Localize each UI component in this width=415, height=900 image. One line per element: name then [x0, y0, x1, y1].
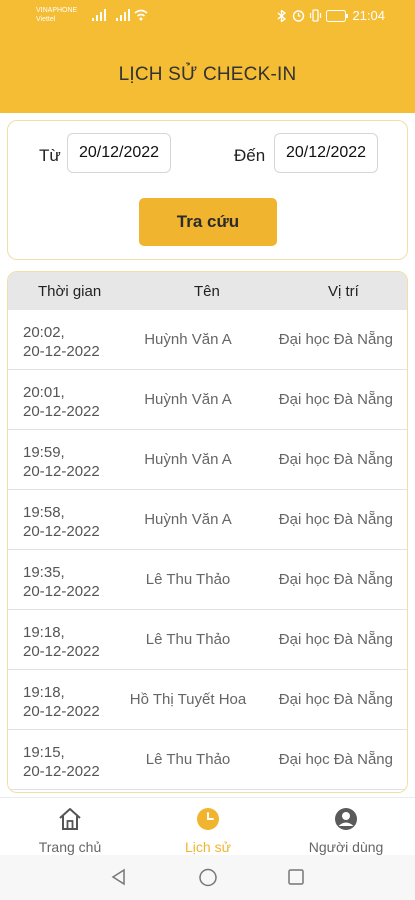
- table-row: 19:18, 20-12-2022 Hồ Thị Tuyết Hoa Đại học …: [8, 670, 407, 730]
- row-location: Đại học Đà Nẵng: [278, 571, 393, 588]
- row-time: 20:01, 20-12-2022: [23, 383, 100, 421]
- table-row: 19:15, 20-12-2022 Lê Thu Thảo Đại học Đà Nẵ…: [8, 730, 407, 790]
- row-time-value: 19:59,: [23, 444, 65, 461]
- back-icon[interactable]: [110, 868, 128, 886]
- row-name: Huỳnh Văn A: [144, 391, 232, 408]
- table-row: 20:01, 20-12-2022 Huỳnh Văn A Đại học Đà Nẵ…: [8, 370, 407, 430]
- row-time: 19:18, 20-12-2022: [23, 623, 100, 661]
- row-date-value: 20-12-2022: [23, 523, 100, 540]
- row-time: 19:15, 20-12-2022: [23, 743, 100, 781]
- row-time-value: 19:18,: [23, 624, 65, 641]
- nav-history-label: Lịch sử: [185, 839, 231, 855]
- carrier-1: VINAPHONE: [36, 7, 78, 14]
- row-location: Đại học Đà Nẵng: [278, 511, 393, 528]
- recents-icon[interactable]: [287, 868, 305, 886]
- table-row: 20:02, 20-12-2022 Huỳnh Văn A Đại học Đà Nẵ…: [8, 310, 407, 370]
- row-name: Huỳnh Văn A: [144, 451, 232, 468]
- battery-icon: [326, 9, 349, 22]
- row-location: Đại học Đà Nẵng: [278, 751, 393, 768]
- wifi-icon: [134, 9, 148, 21]
- nav-user-label: Người dùng: [308, 839, 384, 855]
- search-button[interactable]: Tra cứu: [139, 198, 277, 246]
- table-header: Thời gian Tên Vị trí: [8, 272, 407, 310]
- row-date-value: 20-12-2022: [23, 463, 100, 480]
- row-date-value: 20-12-2022: [23, 763, 100, 780]
- row-time: 19:59, 20-12-2022: [23, 443, 100, 481]
- header-name: Tên: [194, 282, 220, 300]
- carrier-labels: VINAPHONE Viettel: [36, 6, 77, 24]
- user-icon: [335, 808, 357, 830]
- row-time-value: 19:15,: [23, 744, 65, 761]
- table-row: 19:59, 20-12-2022 Huỳnh Văn A Đại học Đà Nẵ…: [8, 430, 407, 490]
- row-location: Đại học Đà Nẵng: [278, 451, 393, 468]
- home-icon: [59, 808, 81, 830]
- row-location: Đại học Đà Nẵng: [278, 391, 393, 408]
- row-time-value: 19:58,: [23, 504, 65, 521]
- bluetooth-icon: [277, 9, 287, 22]
- table-row: 19:35, 20-12-2022 Lê Thu Thảo Đại học Đà Nẵ…: [8, 550, 407, 610]
- row-name: Huỳnh Văn A: [144, 331, 232, 348]
- system-nav-bar: [0, 855, 415, 900]
- row-time: 19:58, 20-12-2022: [23, 503, 100, 541]
- app-header: VINAPHONE Viettel 21:04 LỊCH SỬ CHECK-IN: [0, 0, 415, 113]
- to-label: Đến: [234, 146, 266, 165]
- row-time-value: 19:35,: [23, 564, 65, 581]
- signal-icon: [92, 9, 106, 21]
- vibrate-icon: [310, 9, 322, 22]
- row-time-value: 20:02,: [23, 324, 65, 341]
- row-date-value: 20-12-2022: [23, 703, 100, 720]
- row-name: Huỳnh Văn A: [144, 511, 232, 528]
- row-date-value: 20-12-2022: [23, 643, 100, 660]
- row-time-value: 19:18,: [23, 684, 65, 701]
- nav-history[interactable]: Lịch sử: [148, 798, 268, 856]
- bottom-nav: Trang chủ Lịch sử Người dùng: [0, 797, 415, 855]
- status-time: 21:04: [352, 8, 385, 23]
- row-time-value: 20:01,: [23, 384, 65, 401]
- row-date-value: 20-12-2022: [23, 583, 100, 600]
- row-date-value: 20-12-2022: [23, 403, 100, 420]
- from-date-input[interactable]: 20/12/2022: [67, 133, 171, 173]
- nav-user[interactable]: Người dùng: [286, 798, 406, 856]
- row-time: 20:02, 20-12-2022: [23, 323, 100, 361]
- header-location: Vị trí: [328, 282, 359, 300]
- carrier-2: Viettel: [36, 16, 56, 23]
- row-name: Lê Thu Thảo: [145, 631, 231, 648]
- signal-icon-2: [116, 9, 130, 21]
- nav-home-label: Trang chủ: [38, 839, 102, 855]
- table-row: 19:58, 20-12-2022 Huỳnh Văn A Đại học Đà Nẵ…: [8, 490, 407, 550]
- page-title: LỊCH SỬ CHECK-IN: [118, 64, 297, 85]
- row-date-value: 20-12-2022: [23, 343, 100, 360]
- nav-home[interactable]: Trang chủ: [10, 798, 130, 856]
- row-name: Lê Thu Thảo: [145, 751, 231, 768]
- table-row: 19:18, 20-12-2022 Lê Thu Thảo Đại học Đà Nẵ…: [8, 610, 407, 670]
- status-right: 21:04: [275, 8, 385, 23]
- home-circle-icon[interactable]: [198, 868, 218, 888]
- row-name: Lê Thu Thảo: [145, 571, 231, 588]
- from-label: Từ: [39, 146, 61, 165]
- row-name: Hồ Thị Tuyết Hoa: [129, 691, 247, 708]
- header-time: Thời gian: [38, 282, 102, 300]
- status-bar: VINAPHONE Viettel 21:04: [0, 0, 415, 34]
- to-date-input[interactable]: 20/12/2022: [274, 133, 378, 173]
- row-time: 19:18, 20-12-2022: [23, 683, 100, 721]
- search-card: Từ 20/12/2022 Đến 20/12/2022 Tra cứu: [7, 120, 408, 260]
- clock-icon: [197, 808, 219, 830]
- row-location: Đại học Đà Nẵng: [278, 331, 393, 348]
- row-time: 19:35, 20-12-2022: [23, 563, 100, 601]
- checkin-table: Thời gian Tên Vị trí 20:02, 20-12-2022 Huỳ…: [7, 271, 408, 793]
- row-location: Đại học Đà Nẵng: [278, 631, 393, 648]
- row-location: Đại học Đà Nẵng: [278, 691, 393, 708]
- alarm-icon: [293, 10, 305, 22]
